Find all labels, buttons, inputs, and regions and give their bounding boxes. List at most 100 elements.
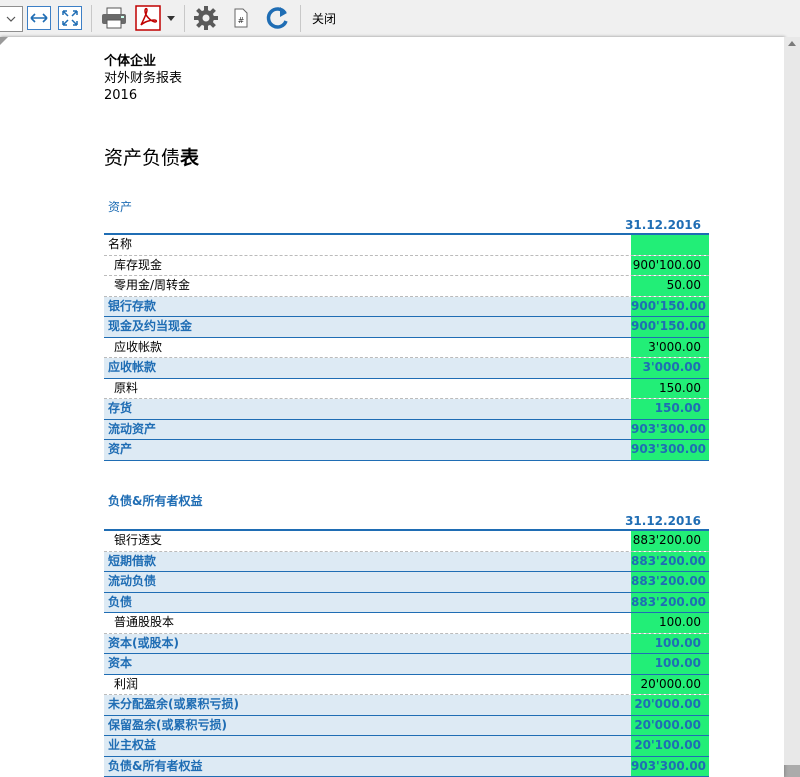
vertical-scrollbar[interactable]: [784, 37, 800, 765]
gear-icon: [193, 5, 219, 31]
row-value: 900'100.00: [631, 256, 709, 276]
page-corner-marker: [0, 37, 8, 45]
fit-page-icon: [58, 6, 82, 30]
close-button[interactable]: 关闭: [306, 4, 342, 32]
assets-table: 31.12.2016 名称库存现金900'100.00零用金/周转金50.00银…: [104, 217, 709, 461]
printer-icon: [100, 6, 128, 30]
row-label: 业主权益: [104, 736, 635, 756]
row-value: 20'000.00: [631, 675, 709, 695]
scroll-up-arrow-icon[interactable]: [788, 41, 796, 46]
row-label: 库存现金: [104, 256, 641, 276]
row-label: 普通股股本: [104, 613, 641, 633]
row-value: [631, 235, 709, 255]
page-title: 资产负债表: [104, 143, 199, 170]
row-label: 原料: [104, 379, 641, 399]
row-value: 20'000.00: [631, 695, 709, 715]
liabilities-table: 31.12.2016 银行透支883'200.00短期借款883'200.00流…: [104, 513, 709, 777]
refresh-icon: [263, 4, 291, 32]
table-row: 库存现金900'100.00: [104, 256, 709, 277]
table-row: 保留盈余(或累积亏损)20'000.00: [104, 716, 709, 737]
table-row: 原料150.00: [104, 379, 709, 400]
row-value: 3'000.00: [631, 338, 709, 358]
svg-text:#: #: [238, 16, 245, 25]
row-label: 银行透支: [104, 531, 641, 551]
row-value: 100.00: [631, 613, 709, 633]
row-value: 20'100.00: [631, 736, 709, 756]
row-label: 流动资产: [104, 420, 635, 440]
table-row: 普通股股本100.00: [104, 613, 709, 634]
table-row: 流动负债883'200.00: [104, 572, 709, 593]
zoom-dropdown[interactable]: [0, 6, 23, 32]
row-value: 903'300.00: [631, 420, 709, 440]
table-row: 名称: [104, 235, 709, 256]
row-label: 利润: [104, 675, 641, 695]
report-subtitle: 对外财务报表: [104, 71, 182, 87]
pdf-export-button[interactable]: [133, 4, 163, 32]
table-row: 负债883'200.00: [104, 593, 709, 614]
table-row: 业主权益20'100.00: [104, 736, 709, 757]
row-label: 资本: [104, 654, 635, 674]
row-value: 900'150.00: [631, 317, 709, 337]
row-value: 3'000.00: [631, 358, 709, 378]
row-value: 20'000.00: [631, 716, 709, 736]
row-label: 保留盈余(或累积亏损): [104, 716, 635, 736]
table-row: 未分配盈余(或累积亏损)20'000.00: [104, 695, 709, 716]
row-value: 903'300.00: [631, 440, 709, 460]
row-label: 零用金/周转金: [104, 276, 641, 296]
table-row: 资本(或股本)100.00: [104, 634, 709, 655]
table-row: 应收帐款3'000.00: [104, 338, 709, 359]
page-title-suffix: 表: [180, 147, 199, 169]
table-row: 银行透支883'200.00: [104, 531, 709, 552]
chevron-down-icon: [6, 15, 16, 23]
row-value: 50.00: [631, 276, 709, 296]
refresh-button[interactable]: [262, 4, 292, 32]
row-value: 900'150.00: [631, 297, 709, 317]
report-year: 2016: [104, 88, 137, 104]
pdf-options-dropdown[interactable]: [164, 4, 178, 32]
assets-section-label: 资产: [108, 198, 132, 215]
row-label: 现金及约当现金: [104, 317, 635, 337]
company-name: 个体企业: [104, 54, 156, 70]
liabilities-date-header: 31.12.2016: [104, 513, 709, 531]
row-label: 银行存款: [104, 297, 635, 317]
table-row: 短期借款883'200.00: [104, 552, 709, 573]
row-value: 883'200.00: [631, 531, 709, 551]
assets-date-header: 31.12.2016: [104, 217, 709, 235]
row-label: 流动负债: [104, 572, 635, 592]
page-title-main: 资产负债: [104, 147, 180, 169]
toolbar-separator: [184, 5, 185, 32]
table-row: 现金及约当现金900'150.00: [104, 317, 709, 338]
table-row: 利润20'000.00: [104, 675, 709, 696]
fit-width-button[interactable]: [26, 4, 52, 32]
row-value: 883'200.00: [631, 593, 709, 613]
liabilities-date: 31.12.2016: [625, 514, 701, 528]
table-row: 流动资产903'300.00: [104, 420, 709, 441]
row-value: 883'200.00: [631, 552, 709, 572]
print-button[interactable]: [99, 4, 129, 32]
page-number-button[interactable]: #: [230, 4, 252, 32]
table-row: 存货150.00: [104, 399, 709, 420]
caret-down-icon: [166, 14, 176, 22]
row-label: 负债: [104, 593, 635, 613]
pdf-icon: [135, 5, 161, 31]
row-label: 存货: [104, 399, 635, 419]
fit-page-button[interactable]: [57, 4, 83, 32]
row-label: 短期借款: [104, 552, 635, 572]
row-value: 100.00: [631, 634, 709, 654]
toolbar-separator: [91, 5, 92, 32]
fit-width-icon: [27, 6, 51, 30]
settings-button[interactable]: [192, 4, 220, 32]
row-label: 资产: [104, 440, 635, 460]
toolbar-separator: [300, 5, 301, 32]
row-value: 100.00: [631, 654, 709, 674]
row-value: 883'200.00: [631, 572, 709, 592]
liabilities-section-label: 负债&所有者权益: [108, 492, 202, 509]
page-number-icon: #: [233, 8, 249, 28]
row-label: 资本(或股本): [104, 634, 635, 654]
report-page: 个体企业 对外财务报表 2016 资产负债表 资产 31.12.2016 名称库…: [0, 37, 784, 777]
table-row: 应收帐款3'000.00: [104, 358, 709, 379]
table-row: 资本100.00: [104, 654, 709, 675]
table-row: 资产903'300.00: [104, 440, 709, 461]
row-value: 903'300.00: [631, 757, 709, 777]
row-label: 负债&所有者权益: [104, 757, 635, 777]
